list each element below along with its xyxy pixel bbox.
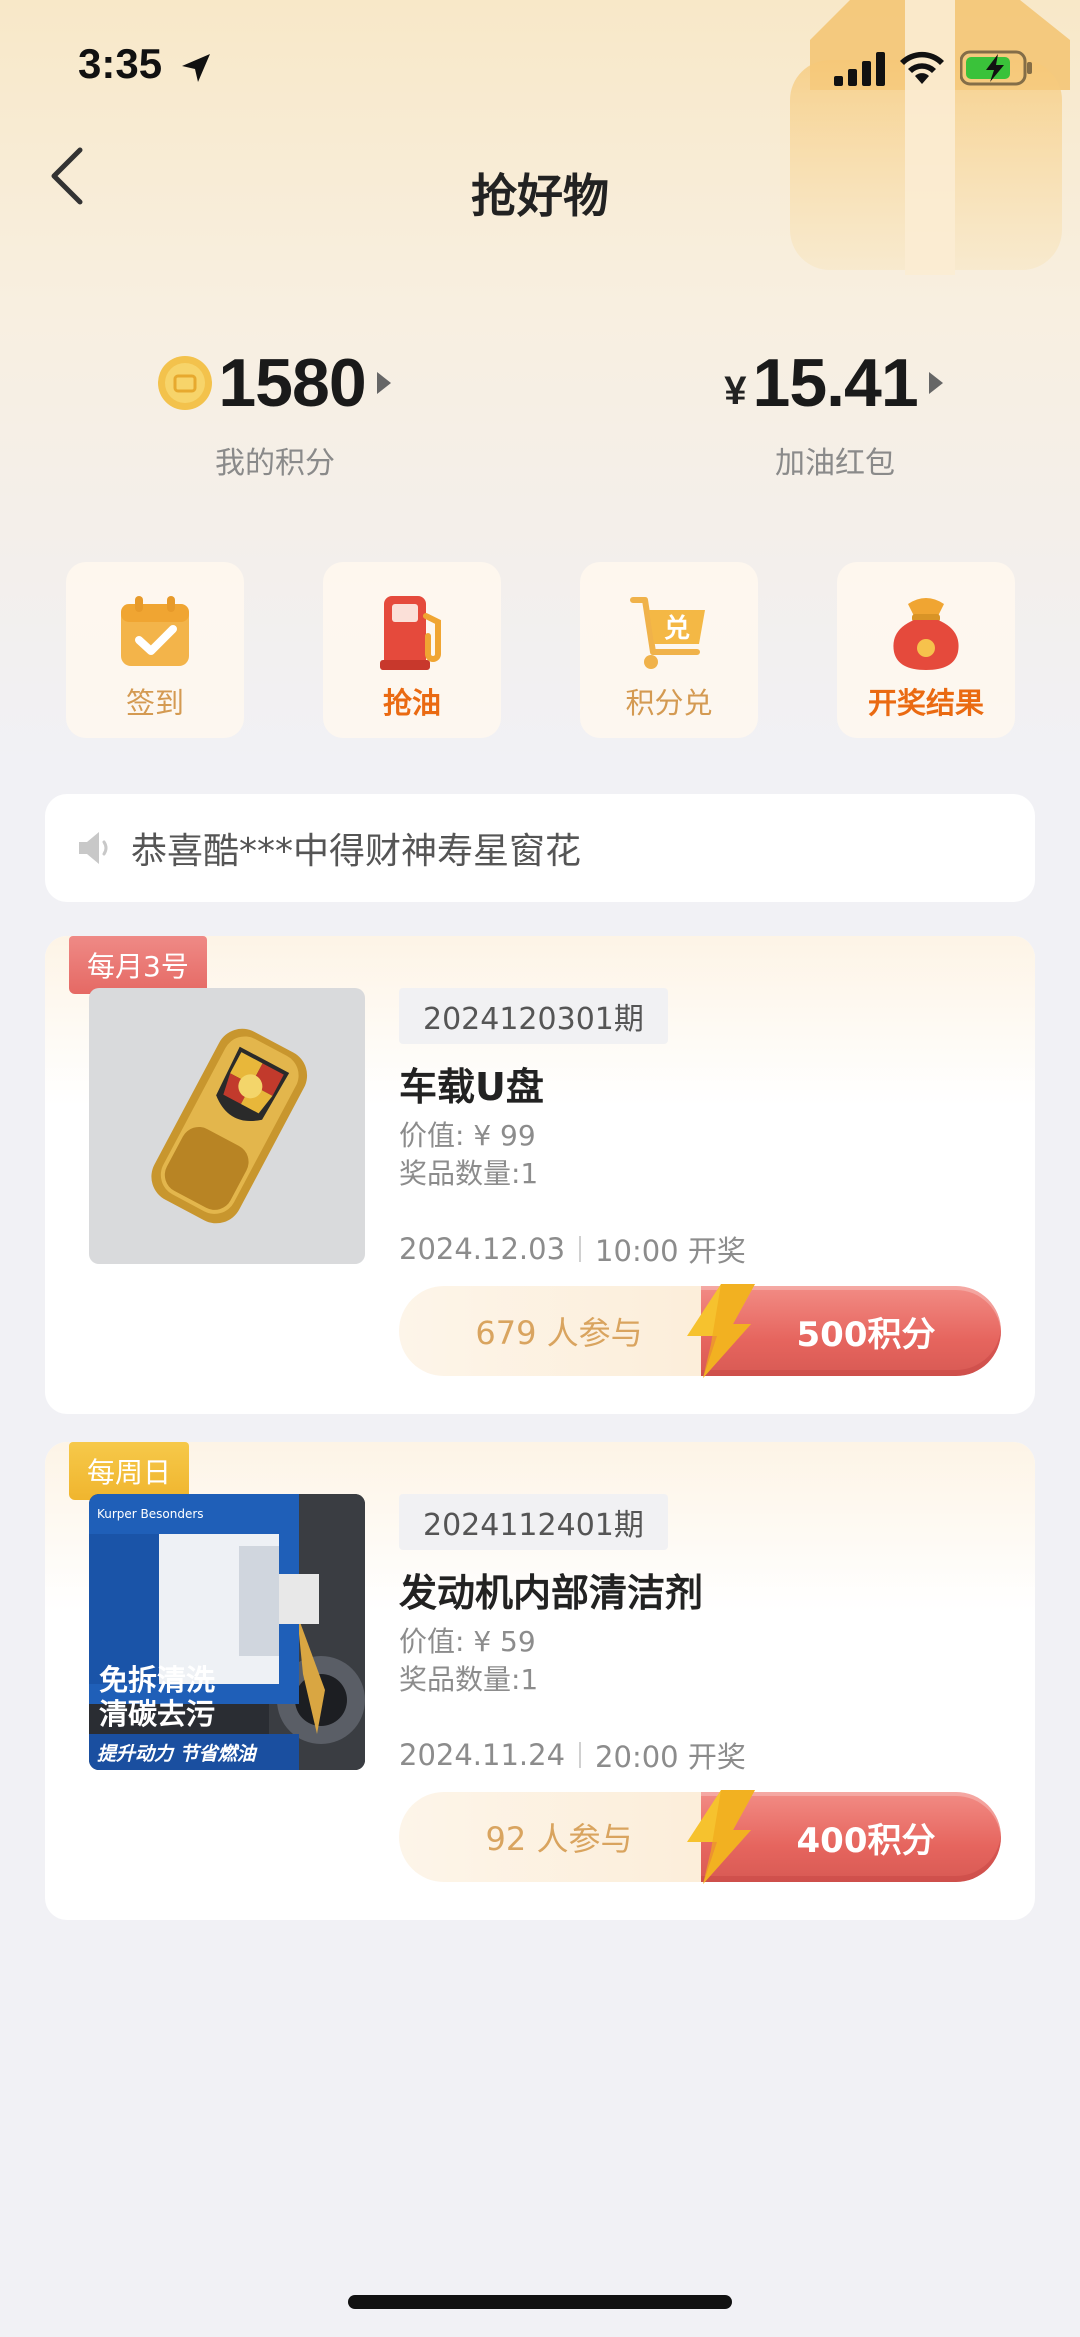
image-headline-2: 清碳去污 [99,1697,215,1731]
check-in-button[interactable]: 签到 [66,562,244,738]
prize-image: Kurper Besonders 免拆清洗 清碳去污 提升动力 节省燃油 [89,1494,365,1770]
join-action-bar: 679 人参与 500积分 [399,1284,1001,1378]
prize-card[interactable]: 每月3号 2024120301期 车载U盘 价值: ¥ 99 奖品数量:1 20… [45,936,1035,1414]
check-in-label: 签到 [125,686,184,720]
schedule-badge: 每月3号 [69,936,207,994]
lucky-bag-icon [893,598,959,670]
fuel-coupon-label: 加油红包 [775,446,895,481]
divider [579,1742,582,1768]
coin-icon [158,356,213,410]
fuel-pump-icon [380,596,441,670]
engine-cleaner-image: Kurper Besonders 免拆清洗 清碳去污 提升动力 节省燃油 [89,1494,365,1770]
lightning-bolt-icon [687,1790,755,1884]
draw-results-label: 开奖结果 [867,686,984,720]
svg-text:兑: 兑 [664,614,690,644]
draw-date: 2024.12.03 [399,1232,566,1266]
grab-fuel-button[interactable]: 抢油 [323,562,501,738]
draw-time: 2024.12.03 10:00 开奖 [399,1228,746,1270]
page-title: 抢好物 [471,169,609,223]
points-stat[interactable]: 1580 我的积分 [150,340,400,482]
quick-actions: 签到 抢油 兑 积分兑 开奖结果 [66,562,1016,738]
divider [579,1236,582,1262]
prize-value: 价值: ¥ 99 [399,1119,536,1152]
lightning-bolt-icon [687,1284,755,1378]
caret-right-icon [928,372,943,394]
join-action-bar: 92 人参与 400积分 [399,1790,1001,1884]
battery-charging-icon [960,50,1032,86]
schedule-badge: 每周日 [69,1442,190,1500]
draw-hour: 20:00 开奖 [595,1740,746,1774]
calendar-check-icon [121,596,189,666]
home-indicator[interactable] [348,2295,732,2309]
prize-name: 车载U盘 [399,1065,544,1109]
draw-date: 2024.11.24 [399,1738,566,1772]
prize-image [89,988,365,1264]
notice-text: 恭喜酷***中得财神寿星窗花 [131,831,582,872]
prize-name: 发动机内部清洁剂 [399,1571,704,1615]
image-headline-1: 免拆清洗 [99,1663,215,1697]
location-arrow-icon [182,54,210,82]
exchange-cart-icon: 兑 [630,597,705,669]
wifi-icon [900,51,944,84]
draw-results-button[interactable]: 开奖结果 [837,562,1015,738]
points-exchange-button[interactable]: 兑 积分兑 [580,562,758,738]
brand-text: Kurper Besonders [97,1507,204,1521]
status-time: 3:35 [78,40,163,87]
points-exchange-label: 积分兑 [625,686,713,720]
prize-value: 价值: ¥ 59 [399,1625,536,1658]
usb-drive-image [89,988,365,1264]
prize-quantity: 奖品数量:1 [399,1663,539,1696]
draw-hour: 10:00 开奖 [595,1234,746,1268]
currency-sign: ¥ [724,368,747,413]
fuel-coupon-value: 15.41 [752,345,919,421]
speaker-icon [79,832,108,864]
winner-notice: 恭喜酷***中得财神寿星窗花 [45,794,1035,902]
draw-time: 2024.11.24 20:00 开奖 [399,1734,746,1776]
status-bar: 3:35 [0,0,1080,140]
points-label: 我的积分 [215,446,335,481]
prize-quantity: 奖品数量:1 [399,1157,539,1190]
prize-card[interactable]: 每周日 Kurper Besonders 免拆清洗 清碳去污 提升动力 节省燃油… [45,1442,1035,1920]
cellular-signal-icon [834,52,885,86]
image-tagline: 提升动力 节省燃油 [97,1743,258,1765]
issue-tag: 2024112401期 [399,1494,668,1550]
points-value: 1580 [218,345,366,421]
caret-right-icon [376,372,391,394]
grab-fuel-label: 抢油 [382,686,441,720]
fuel-coupon-stat[interactable]: ¥ 15.41 加油红包 [720,340,950,482]
issue-tag: 2024120301期 [399,988,668,1044]
